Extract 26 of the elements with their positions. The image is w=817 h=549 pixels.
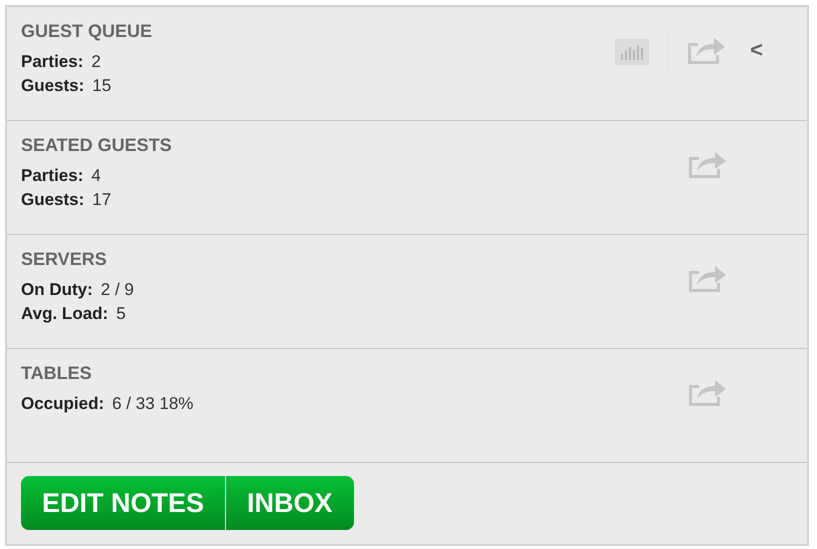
stat-label: Occupied: [21, 394, 104, 413]
share-icon[interactable] [687, 149, 727, 179]
stat-value: 2 [91, 52, 101, 71]
share-icon[interactable] [687, 377, 727, 407]
action-button[interactable]: INBOX [225, 476, 354, 530]
stat-label: Parties: [21, 52, 84, 71]
stat-label: Parties: [21, 166, 84, 185]
bar-chart-icon[interactable] [615, 39, 650, 65]
stat-value: 17 [92, 190, 112, 209]
share-icon[interactable] [686, 35, 726, 65]
section-title: SERVERS [21, 249, 108, 270]
stat-label: On Duty: [21, 280, 93, 299]
stat-value: 15 [92, 76, 112, 95]
stat-value: 4 [91, 166, 101, 185]
stat-label: Guests: [21, 190, 84, 209]
stat-label: Guests: [21, 76, 84, 95]
section-title: SEATED GUESTS [21, 135, 172, 156]
action-button[interactable]: EDIT NOTES [21, 476, 226, 530]
stat-value: 2 / 9 [100, 280, 134, 299]
stat-label: Avg. Load: [21, 304, 108, 323]
share-icon[interactable] [687, 263, 727, 293]
stat-value: 6 / 33 18% [112, 394, 194, 413]
section-title: GUEST QUEUE [21, 21, 152, 42]
section-title: TABLES [21, 363, 93, 384]
collapse-button[interactable]: < [746, 35, 767, 65]
stat-value: 5 [116, 304, 126, 323]
